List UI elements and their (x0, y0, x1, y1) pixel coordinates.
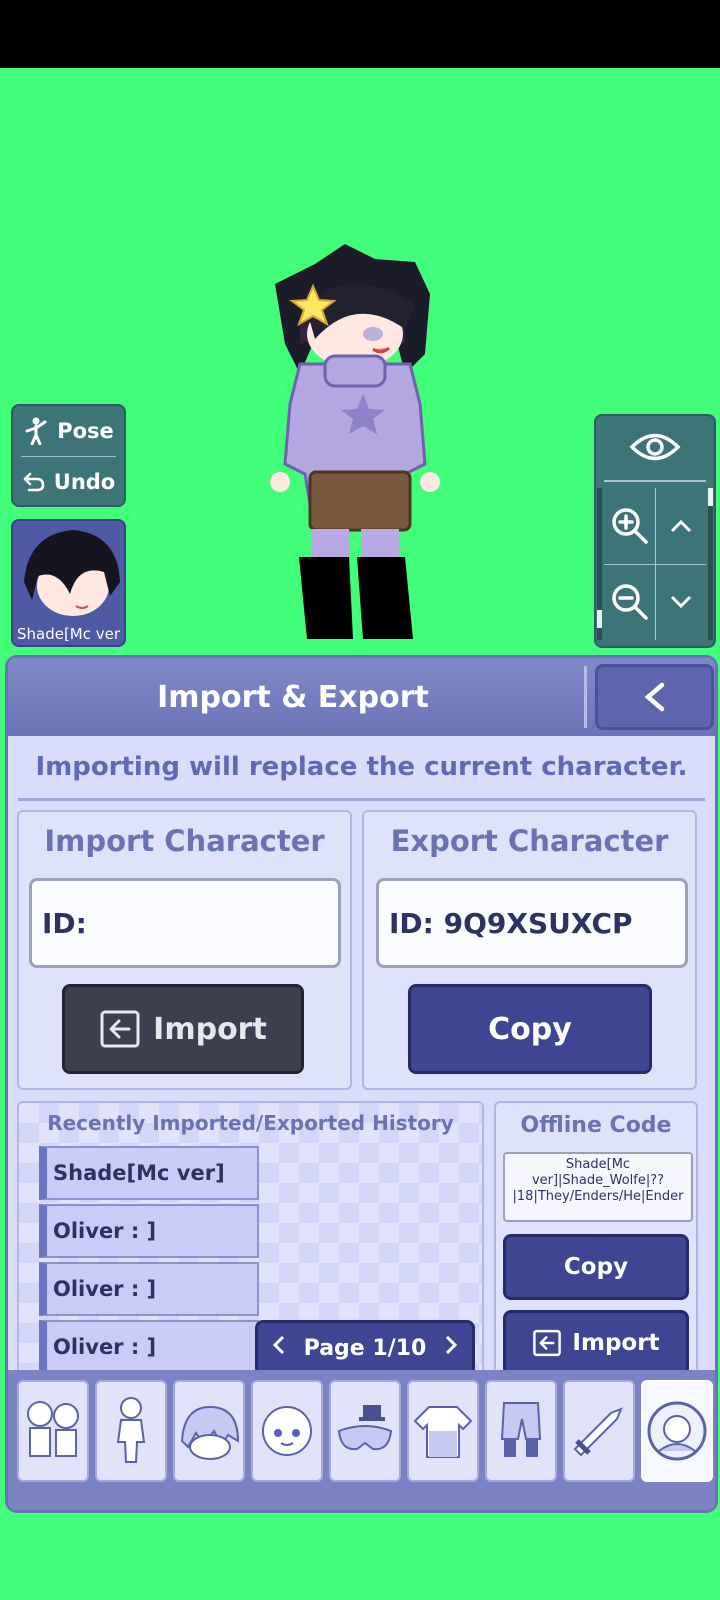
offline-copy-button[interactable]: Copy (503, 1234, 689, 1300)
chevron-up-icon (670, 519, 691, 533)
import-character-box: Import Character ID: Import (17, 810, 352, 1090)
eye-icon (629, 433, 681, 461)
import-id-field[interactable]: ID: (29, 878, 341, 968)
tab-bottom[interactable] (485, 1380, 557, 1482)
body-icon (116, 1397, 146, 1463)
tab-top[interactable] (407, 1380, 479, 1482)
face-icon (262, 1406, 312, 1456)
profile-icon (647, 1401, 707, 1461)
import-character-title: Import Character (44, 824, 325, 858)
previous-page-button[interactable] (272, 1335, 286, 1361)
camera-up-button[interactable] (655, 488, 706, 564)
offline-code-field[interactable]: Shade[Mc ver]|Shade_Wolfe|??|18|They/End… (503, 1152, 693, 1222)
pose-icon (25, 417, 47, 445)
warning-divider (18, 798, 705, 801)
tab-hair[interactable] (173, 1380, 245, 1482)
import-icon (100, 1010, 140, 1048)
panel-title: Import & Export (157, 679, 429, 715)
chevron-right-icon (445, 1335, 458, 1355)
chevron-left-icon (644, 682, 664, 712)
pants-icon (500, 1402, 542, 1457)
camera-track-right[interactable] (708, 488, 713, 640)
export-id-field[interactable]: ID: 9Q9XSUXCP (376, 878, 688, 968)
next-page-button[interactable] (444, 1335, 458, 1361)
zoom-out-icon (611, 584, 648, 620)
camera-down-button[interactable] (655, 564, 706, 640)
character-slot-card[interactable]: Shade[Mc ver (11, 519, 126, 647)
import-icon (533, 1329, 562, 1357)
undo-button[interactable]: Undo (13, 457, 124, 507)
tab-props[interactable] (563, 1380, 635, 1482)
character-slot-name: Shade[Mc ver (16, 625, 121, 643)
import-warning: Importing will replace the current chara… (35, 752, 688, 782)
pose-button[interactable]: Pose (13, 406, 124, 456)
zoom-in-button[interactable] (604, 488, 655, 564)
copy-id-button[interactable]: Copy (408, 984, 652, 1074)
offline-import-label: Import (572, 1330, 660, 1356)
back-button[interactable] (595, 664, 714, 730)
import-button[interactable]: Import (62, 984, 304, 1074)
export-character-title: Export Character (390, 824, 669, 858)
export-character-box: Export Character ID: 9Q9XSUXCP Copy (362, 810, 697, 1090)
header-separator (584, 666, 587, 728)
tab-profile[interactable] (641, 1380, 713, 1482)
pose-label: Pose (57, 419, 114, 443)
copy-id-label: Copy (488, 1011, 572, 1047)
page-indicator: Page 1/10 (303, 1335, 427, 1361)
mask-icon (337, 1405, 393, 1451)
history-item[interactable]: Oliver : ] (39, 1320, 259, 1374)
offline-import-button[interactable]: Import (503, 1310, 689, 1376)
character-preview[interactable] (255, 244, 455, 654)
history-item[interactable]: Shade[Mc ver] (39, 1146, 259, 1200)
history-item[interactable]: Oliver : ] (39, 1262, 259, 1316)
offline-copy-label: Copy (563, 1254, 629, 1280)
import-export-panel: Import & Export Importing will replace t… (5, 655, 718, 1513)
category-tab-bar (8, 1370, 715, 1510)
zoom-in-icon (611, 508, 648, 544)
hair-icon (180, 1405, 240, 1460)
sword-icon (573, 1407, 623, 1457)
tab-accessories[interactable] (329, 1380, 401, 1482)
history-item[interactable]: Oliver : ] (39, 1204, 259, 1258)
history-title: Recently Imported/Exported History (47, 1111, 454, 1135)
character-avatar-icon (24, 530, 120, 616)
camera-panel (594, 414, 716, 648)
offline-code-title: Offline Code (520, 1113, 672, 1138)
tab-presets[interactable] (17, 1380, 89, 1482)
tab-body[interactable] (95, 1380, 167, 1482)
camera-track-left[interactable] (597, 488, 602, 640)
status-bar (0, 0, 720, 68)
pose-undo-panel: Pose Undo (11, 404, 126, 507)
chevron-down-icon (670, 595, 691, 609)
undo-icon (23, 472, 45, 492)
camera-divider (604, 480, 706, 482)
import-button-label: Import (153, 1011, 267, 1047)
tab-face[interactable] (251, 1380, 323, 1482)
panel-header: Import & Export (8, 658, 715, 736)
chevron-left-icon (272, 1335, 285, 1355)
shirt-icon (413, 1406, 473, 1458)
zoom-out-button[interactable] (604, 564, 655, 640)
presets-icon (27, 1401, 79, 1457)
history-pager: Page 1/10 (255, 1320, 475, 1376)
undo-label: Undo (53, 470, 116, 494)
camera-controls (604, 488, 706, 640)
visibility-toggle[interactable] (596, 416, 714, 478)
